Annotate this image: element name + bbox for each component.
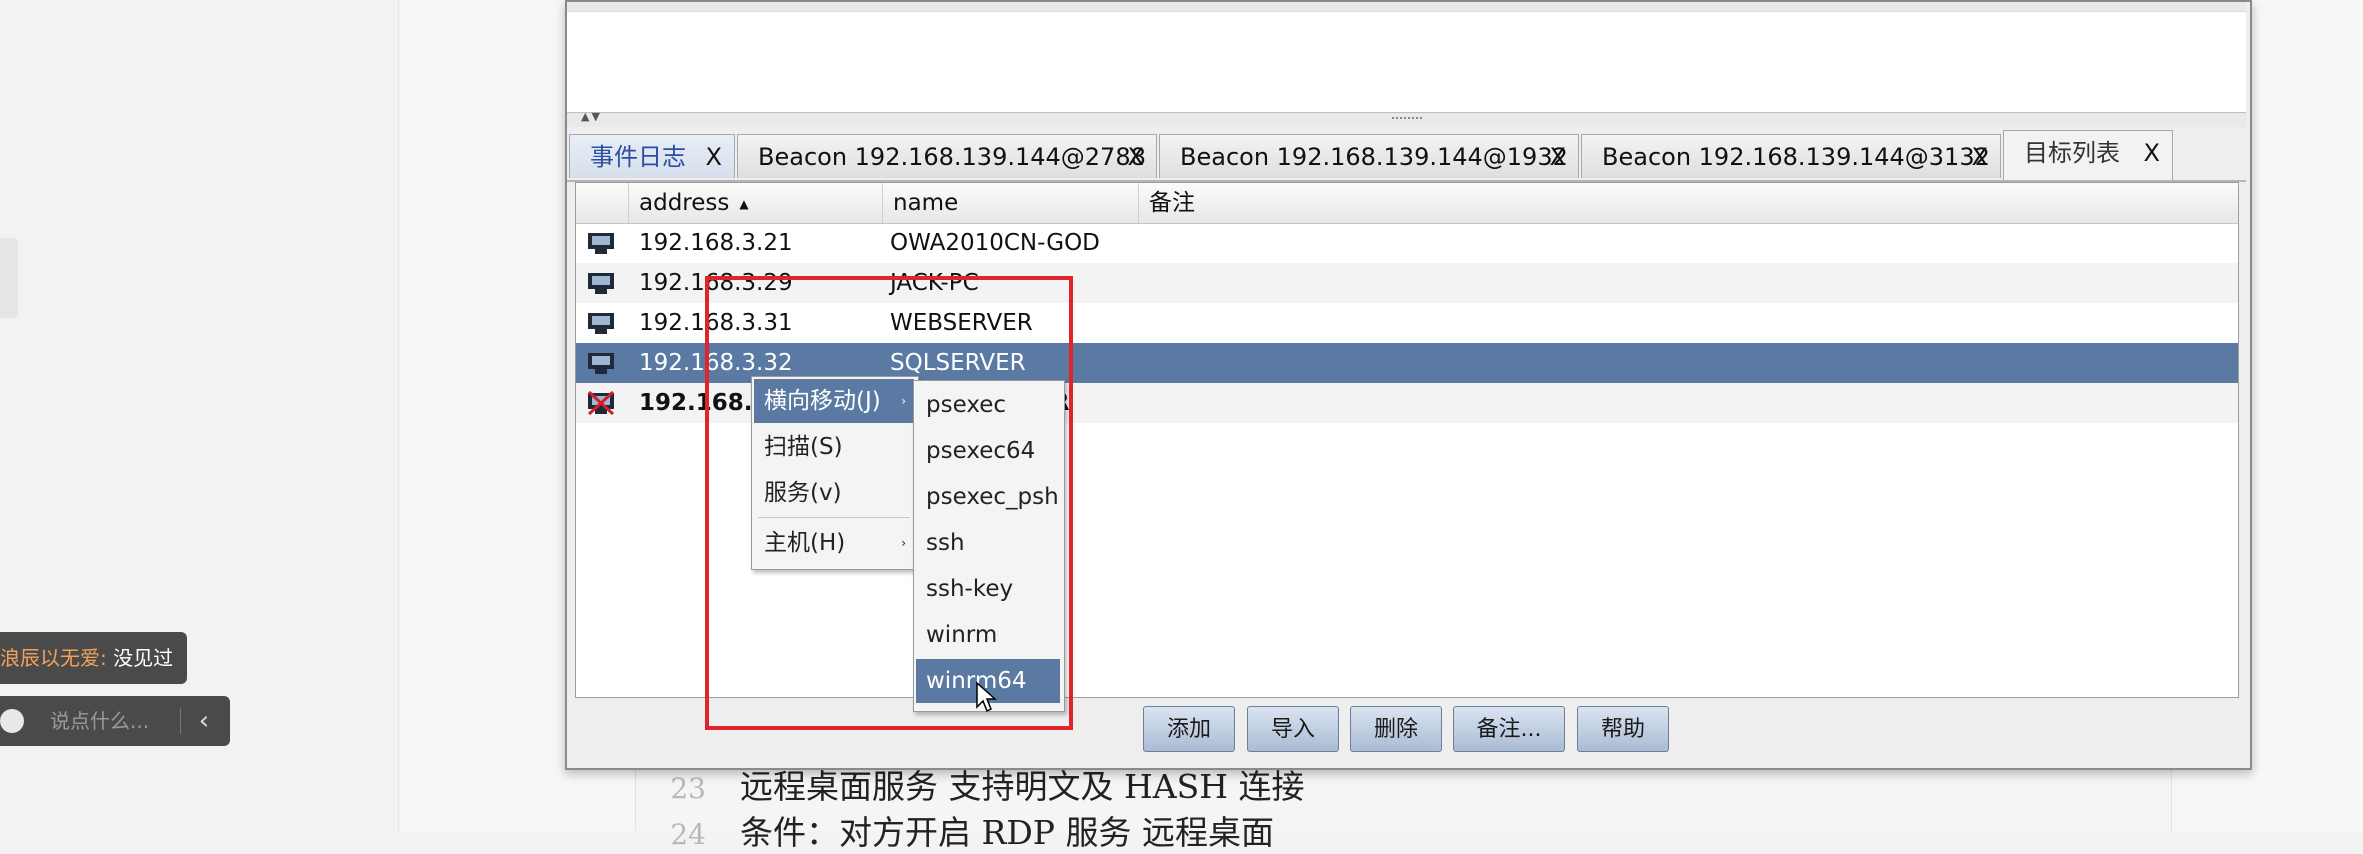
close-icon[interactable]: X xyxy=(1550,135,1566,179)
pane-splitter[interactable]: ▲▼ xyxy=(567,110,2246,127)
line-text: 条件：对方开启 RDP 服务 远程桌面 xyxy=(740,813,1274,852)
cell-name: OWA2010CN-GOD xyxy=(890,230,1100,256)
note-button[interactable]: 备注... xyxy=(1453,706,1565,752)
table-header: address ▲ name 备注 xyxy=(576,183,2238,224)
splitter-arrows-icon[interactable]: ▲▼ xyxy=(581,110,602,123)
tab-bar: 事件日志 X Beacon 192.168.139.144@2788 X Bea… xyxy=(567,130,2246,182)
chat-input-bar[interactable]: 说点什么... ‹ xyxy=(0,696,230,746)
danmaku-text: 没见过 xyxy=(113,646,174,670)
computer-icon xyxy=(588,353,614,374)
tab-beacon-2788[interactable]: Beacon 192.168.139.144@2788 X xyxy=(737,134,1157,178)
mouse-pointer-icon xyxy=(976,681,997,713)
close-icon[interactable]: X xyxy=(2144,131,2160,175)
computer-icon xyxy=(588,273,614,294)
tab-label: 事件日志 xyxy=(590,143,686,171)
emoji-icon[interactable] xyxy=(0,709,24,733)
top-pane xyxy=(567,2,2246,113)
close-icon[interactable]: X xyxy=(1972,135,1988,179)
header-address[interactable]: address ▲ xyxy=(629,183,883,223)
tab-label: Beacon 192.168.139.144@2788 xyxy=(758,143,1146,171)
splitter-grip[interactable] xyxy=(1392,117,1422,123)
delete-button[interactable]: 删除 xyxy=(1350,706,1442,752)
header-icon-column[interactable] xyxy=(576,183,629,223)
line-text: 远程桌面服务 支持明文及 HASH 连接 xyxy=(740,767,1305,806)
tab-label: Beacon 192.168.139.144@3132 xyxy=(1602,143,1990,171)
tab-label: Beacon 192.168.139.144@1932 xyxy=(1180,143,1568,171)
danmaku-user: 浪辰以无爱: xyxy=(0,646,107,670)
computer-icon xyxy=(588,233,614,254)
compromised-computer-icon xyxy=(587,391,615,415)
import-button[interactable]: 导入 xyxy=(1247,706,1339,752)
table-row[interactable]: 192.168.3.21 OWA2010CN-GOD xyxy=(576,223,2238,263)
top-pane-row[interactable] xyxy=(567,2,2246,12)
close-icon[interactable]: X xyxy=(1128,135,1144,179)
chat-input[interactable]: 说点什么... xyxy=(50,696,149,746)
tab-target-list[interactable]: 目标列表 X xyxy=(2003,130,2173,180)
sort-ascending-icon[interactable]: ▲ xyxy=(739,197,748,211)
chevron-left-icon[interactable]: ‹ xyxy=(192,696,216,746)
divider xyxy=(180,708,181,734)
header-name[interactable]: name xyxy=(883,183,1139,223)
close-icon[interactable]: X xyxy=(706,135,722,179)
add-button[interactable]: 添加 xyxy=(1143,706,1235,752)
help-button[interactable]: 帮助 xyxy=(1577,706,1669,752)
header-label: name xyxy=(893,190,959,216)
annotation-highlight-box xyxy=(705,276,1073,730)
tab-beacon-1932[interactable]: Beacon 192.168.139.144@1932 X xyxy=(1159,134,1579,178)
document-line: 24 条件：对方开启 RDP 服务 远程桌面 xyxy=(636,806,1274,852)
tab-label: 目标列表 xyxy=(2024,139,2120,167)
tab-beacon-3132[interactable]: Beacon 192.168.139.144@3132 X xyxy=(1581,134,2001,178)
line-number: 24 xyxy=(670,818,706,851)
header-label: address xyxy=(639,190,730,216)
computer-icon xyxy=(588,313,614,334)
line-number: 23 xyxy=(670,772,706,805)
header-note[interactable]: 备注 xyxy=(1139,183,2238,223)
danmaku-comment: 浪辰以无爱: 没见过 xyxy=(0,632,188,684)
cell-address: 192.168.3.21 xyxy=(639,230,793,256)
side-tab[interactable] xyxy=(0,238,18,318)
header-label: 备注 xyxy=(1149,190,1195,216)
tab-event-log[interactable]: 事件日志 X xyxy=(569,134,735,178)
